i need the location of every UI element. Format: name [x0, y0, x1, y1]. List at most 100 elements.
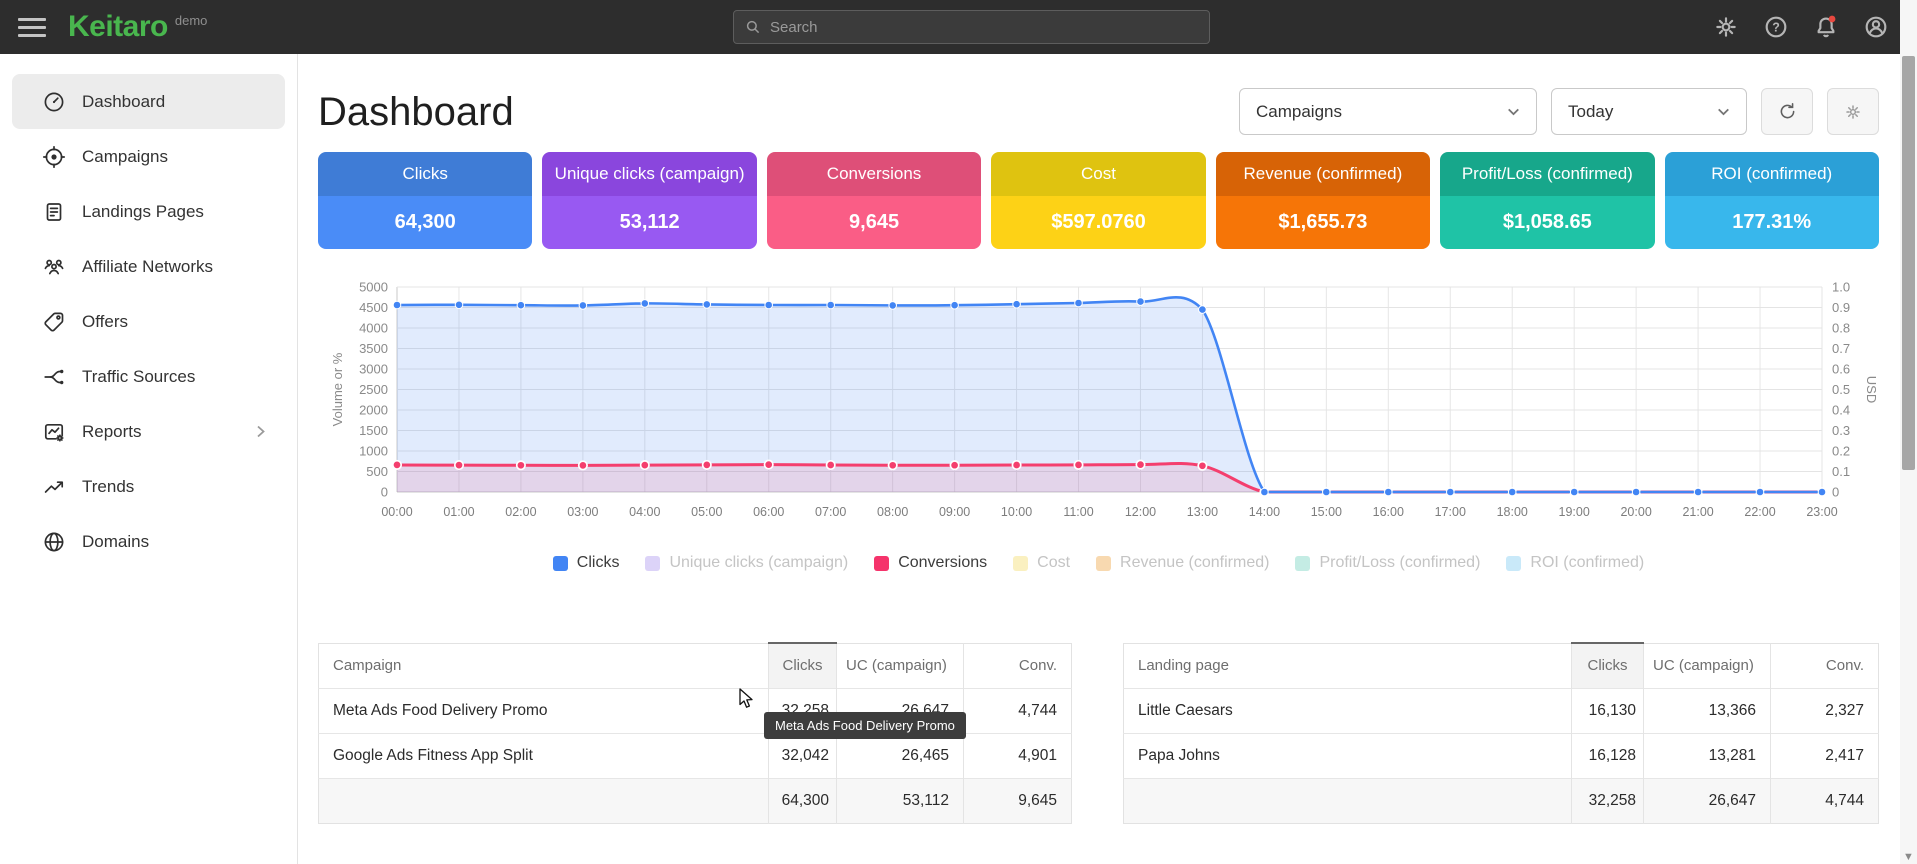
- data-point[interactable]: [1570, 488, 1578, 496]
- metric-card-value: 177.31%: [1665, 196, 1879, 249]
- data-point[interactable]: [1323, 488, 1331, 496]
- metric-card-profit-loss-confirmed-[interactable]: Profit/Loss (confirmed)$1,058.65: [1440, 152, 1654, 249]
- data-point[interactable]: [703, 301, 711, 309]
- sidebar-item-trends[interactable]: Trends: [12, 459, 285, 514]
- user-avatar-icon[interactable]: [1863, 14, 1889, 40]
- sidebar-item-dashboard[interactable]: Dashboard: [12, 74, 285, 129]
- metric-card-cost[interactable]: Cost$597.0760: [991, 152, 1205, 249]
- data-point[interactable]: [765, 460, 773, 468]
- data-point[interactable]: [1199, 306, 1207, 314]
- scrollbar-down-arrow[interactable]: ▼: [1900, 851, 1917, 863]
- data-point[interactable]: [1012, 461, 1020, 469]
- data-point[interactable]: [1756, 488, 1764, 496]
- metric-card-roi-confirmed-[interactable]: ROI (confirmed)177.31%: [1665, 152, 1879, 249]
- data-point[interactable]: [889, 302, 897, 310]
- metric-card-conversions[interactable]: Conversions9,645: [767, 152, 981, 249]
- cell: 4,744: [964, 688, 1072, 733]
- help-icon[interactable]: ?: [1763, 14, 1789, 40]
- table-row[interactable]: Papa Johns16,12813,2812,417: [1124, 733, 1879, 778]
- column-header-campaign[interactable]: Campaign: [319, 643, 769, 688]
- data-point[interactable]: [641, 300, 649, 308]
- data-point[interactable]: [950, 461, 958, 469]
- data-point[interactable]: [827, 301, 835, 309]
- data-point[interactable]: [393, 301, 401, 309]
- data-point[interactable]: [951, 301, 959, 309]
- data-point[interactable]: [1385, 488, 1393, 496]
- data-point[interactable]: [1013, 300, 1021, 308]
- scrollbar-thumb[interactable]: [1902, 56, 1915, 470]
- sidebar-item-landings-pages[interactable]: Landings Pages: [12, 184, 285, 239]
- metric-card-revenue-confirmed-[interactable]: Revenue (confirmed)$1,655.73: [1216, 152, 1430, 249]
- date-range-value: Today: [1568, 102, 1613, 122]
- data-point[interactable]: [393, 461, 401, 469]
- sidebar-item-reports[interactable]: Reports: [12, 404, 285, 459]
- data-point[interactable]: [1198, 462, 1206, 470]
- legend-item-conversions[interactable]: Conversions: [874, 554, 987, 572]
- metric-card-value: $597.0760: [991, 196, 1205, 249]
- data-point[interactable]: [455, 461, 463, 469]
- column-header-clicks[interactable]: Clicks: [1572, 643, 1644, 688]
- sidebar-item-offers[interactable]: Offers: [12, 294, 285, 349]
- data-point[interactable]: [579, 302, 587, 310]
- data-point[interactable]: [703, 461, 711, 469]
- x-axis-tick: 14:00: [1249, 505, 1280, 519]
- total-cell: 53,112: [837, 778, 964, 823]
- legend-item-unique-clicks-campaign-[interactable]: Unique clicks (campaign): [645, 554, 848, 572]
- legend-item-profit-loss-confirmed-[interactable]: Profit/Loss (confirmed): [1295, 554, 1480, 572]
- sidebar-item-campaigns[interactable]: Campaigns: [12, 129, 285, 184]
- data-point[interactable]: [1075, 299, 1083, 307]
- data-point[interactable]: [517, 301, 525, 309]
- search-input[interactable]: [770, 19, 1199, 36]
- y2-axis-tick: 0.4: [1832, 403, 1850, 418]
- data-point[interactable]: [1632, 488, 1640, 496]
- data-point[interactable]: [1818, 488, 1826, 496]
- data-point[interactable]: [1694, 488, 1702, 496]
- column-header-uc-campaign-[interactable]: UC (campaign): [837, 643, 964, 688]
- data-point[interactable]: [1136, 460, 1144, 468]
- column-header-landing-page[interactable]: Landing page: [1124, 643, 1572, 688]
- metric-card-unique-clicks-campaign-[interactable]: Unique clicks (campaign)53,112: [542, 152, 756, 249]
- sidebar-item-label: Reports: [82, 422, 142, 442]
- data-point[interactable]: [517, 461, 525, 469]
- cell: 26,465: [837, 733, 964, 778]
- sidebar-item-domains[interactable]: Domains: [12, 514, 285, 569]
- data-point[interactable]: [455, 301, 463, 309]
- data-point[interactable]: [1074, 461, 1082, 469]
- data-point[interactable]: [889, 461, 897, 469]
- column-header-conv-[interactable]: Conv.: [1771, 643, 1879, 688]
- column-header-clicks[interactable]: Clicks: [769, 643, 837, 688]
- sidebar-item-affiliate-networks[interactable]: Affiliate Networks: [12, 239, 285, 294]
- page-scrollbar[interactable]: ▼: [1900, 0, 1917, 864]
- sidebar-item-traffic-sources[interactable]: Traffic Sources: [12, 349, 285, 404]
- legend-item-revenue-confirmed-[interactable]: Revenue (confirmed): [1096, 554, 1269, 572]
- date-range-select[interactable]: Today: [1551, 88, 1747, 135]
- cell: 16,130: [1572, 688, 1644, 733]
- chevron-right-icon: [252, 423, 269, 440]
- refresh-icon: [1777, 101, 1798, 122]
- dashboard-settings-button[interactable]: [1827, 88, 1879, 135]
- cell: 4,901: [964, 733, 1072, 778]
- settings-gear-icon[interactable]: [1713, 14, 1739, 40]
- metric-card-clicks[interactable]: Clicks64,300: [318, 152, 532, 249]
- data-point[interactable]: [1137, 298, 1145, 306]
- data-point[interactable]: [827, 461, 835, 469]
- hamburger-menu-icon[interactable]: [18, 13, 46, 42]
- data-point[interactable]: [1447, 488, 1455, 496]
- table-row[interactable]: Little Caesars16,13013,3662,327: [1124, 688, 1879, 733]
- legend-item-cost[interactable]: Cost: [1013, 554, 1070, 572]
- data-point[interactable]: [1261, 488, 1269, 496]
- data-point[interactable]: [579, 461, 587, 469]
- legend-item-roi-confirmed-[interactable]: ROI (confirmed): [1506, 554, 1644, 572]
- y2-axis-title: USD: [1864, 376, 1879, 403]
- data-point[interactable]: [765, 301, 773, 309]
- notifications-bell-icon[interactable]: [1813, 14, 1839, 40]
- data-point[interactable]: [1508, 488, 1516, 496]
- global-search[interactable]: [733, 10, 1210, 44]
- legend-item-clicks[interactable]: Clicks: [553, 554, 620, 572]
- column-header-conv-[interactable]: Conv.: [964, 643, 1072, 688]
- data-point[interactable]: [641, 461, 649, 469]
- campaigns-filter-select[interactable]: Campaigns: [1239, 88, 1537, 135]
- refresh-button[interactable]: [1761, 88, 1813, 135]
- column-header-uc-campaign-[interactable]: UC (campaign): [1644, 643, 1771, 688]
- table-row[interactable]: Google Ads Fitness App Split32,04226,465…: [319, 733, 1072, 778]
